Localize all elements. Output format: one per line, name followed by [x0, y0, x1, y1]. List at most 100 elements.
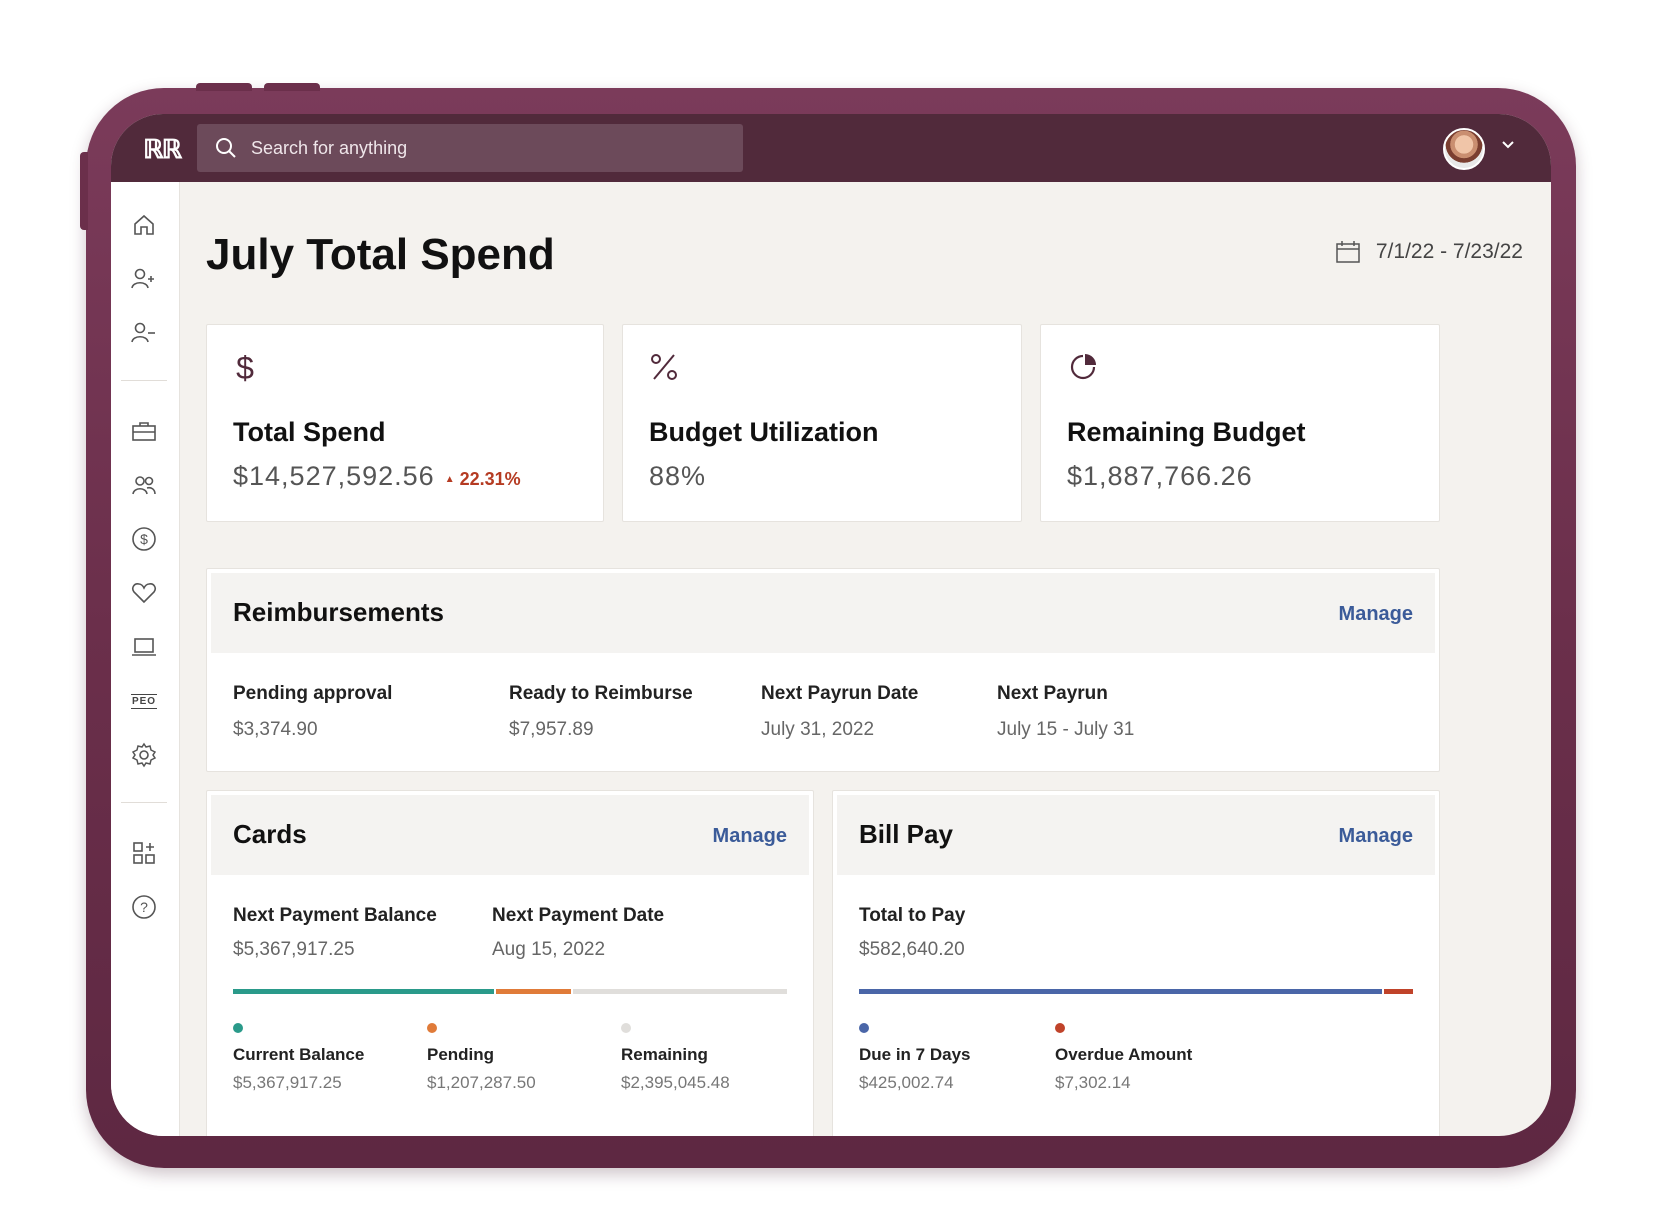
percent-icon [651, 354, 677, 380]
manage-bill-pay-link[interactable]: Manage [1339, 825, 1413, 848]
logo[interactable]: ℝℝ [143, 134, 182, 165]
bar-segment [572, 989, 787, 994]
total-spend-card[interactable]: $ Total Spend $14,527,592.56 ▲ 22.31% [206, 324, 604, 522]
chevron-down-icon[interactable] [1501, 140, 1515, 150]
people-icon[interactable] [131, 472, 157, 498]
panel-header: Cards Manage [211, 795, 809, 875]
laptop-icon[interactable] [131, 634, 157, 660]
svg-text:$: $ [236, 351, 254, 385]
next-payment-date-value: Aug 15, 2022 [492, 939, 606, 960]
search-input[interactable] [249, 136, 693, 160]
ready-to-reimburse-label: Ready to Reimburse [509, 683, 693, 704]
stat-value: $1,887,766.26 [1067, 461, 1253, 491]
legend-label: Due in 7 Days [859, 1045, 971, 1064]
peo-icon[interactable]: PEO [130, 688, 158, 714]
bar-segment [859, 989, 1383, 994]
ready-to-reimburse-value: $7,957.89 [509, 719, 594, 740]
legend-value: $5,367,917.25 [233, 1073, 342, 1092]
date-range-picker[interactable]: 7/1/22 - 7/23/22 [1336, 240, 1523, 264]
legend-label: Current Balance [233, 1045, 365, 1064]
page-title: July Total Spend [206, 230, 555, 279]
home-icon[interactable] [131, 212, 157, 238]
legend-label: Remaining [621, 1045, 708, 1064]
peo-label: PEO [130, 693, 158, 709]
manage-cards-link[interactable]: Manage [713, 825, 787, 848]
panel-title: Bill Pay [859, 819, 953, 849]
panel-title: Reimbursements [233, 597, 444, 627]
heart-icon[interactable] [131, 580, 157, 606]
stat-label: Budget Utilization [649, 417, 879, 447]
add-person-icon[interactable] [131, 266, 157, 292]
bar-segment [495, 989, 571, 994]
next-payrun-date-value: July 31, 2022 [761, 719, 875, 740]
app-screen: ℝℝ Search for anything $ PEO ? July Tota… [111, 114, 1551, 1136]
budget-utilization-card[interactable]: Budget Utilization 88% [622, 324, 1022, 522]
legend-label: Pending [427, 1045, 495, 1064]
settings-icon[interactable] [131, 742, 157, 768]
stat-label: Remaining Budget [1067, 417, 1306, 447]
device-button [196, 83, 252, 91]
remaining-budget-card[interactable]: Remaining Budget $1,887,766.26 [1040, 324, 1440, 522]
cards-progress-bar [233, 989, 787, 994]
main-content: July Total Spend 7/1/22 - 7/23/22 $ Tota… [179, 182, 1551, 1136]
tablet-frame: ℝℝ Search for anything $ PEO ? July Tota… [80, 83, 1576, 1168]
bar-segment [233, 989, 494, 994]
manage-reimbursements-link[interactable]: Manage [1339, 603, 1413, 626]
pie-chart-icon [1070, 354, 1096, 380]
bill-pay-panel: Bill Pay Manage Total to Pay $582,640.20… [832, 790, 1440, 1136]
calendar-icon [1336, 241, 1360, 263]
legend-value: $1,207,287.50 [427, 1073, 536, 1092]
legend-dot-current-balance [233, 1023, 243, 1033]
next-payrun-label: Next Payrun [997, 683, 1108, 704]
sidebar-divider [121, 380, 167, 381]
next-payment-balance-label: Next Payment Balance [233, 905, 437, 926]
search-bar[interactable] [197, 124, 743, 172]
device-button [264, 83, 320, 91]
avatar[interactable] [1443, 128, 1485, 170]
svg-text:?: ? [140, 899, 148, 915]
reimbursements-panel: Reimbursements Manage Pending approval $… [206, 568, 1440, 772]
panel-title: Cards [233, 819, 307, 849]
trend-up-icon: ▲ [444, 474, 455, 485]
pending-approval-value: $3,374.90 [233, 719, 318, 740]
legend-value: $2,395,045.48 [621, 1073, 730, 1092]
next-payrun-value: July 15 - July 31 [997, 719, 1135, 740]
cards-panel: Cards Manage Next Payment Balance $5,367… [206, 790, 814, 1136]
panel-header: Reimbursements Manage [211, 573, 1435, 653]
remove-person-icon[interactable] [131, 320, 157, 346]
pending-approval-label: Pending approval [233, 683, 393, 704]
top-bar: ℝℝ [111, 114, 1551, 182]
date-range-text: 7/1/22 - 7/23/22 [1375, 240, 1523, 263]
help-icon[interactable]: ? [131, 894, 157, 920]
total-to-pay-label: Total to Pay [859, 905, 966, 926]
next-payrun-date-label: Next Payrun Date [761, 683, 919, 704]
search-icon [216, 138, 236, 158]
trend-value: 22.31% [459, 469, 521, 489]
panel-header: Bill Pay Manage [837, 795, 1435, 875]
legend-label: Overdue Amount [1055, 1045, 1193, 1064]
next-payment-balance-value: $5,367,917.25 [233, 939, 355, 960]
legend-dot-remaining [621, 1023, 631, 1033]
svg-text:$: $ [140, 531, 148, 547]
legend-dot-overdue [1055, 1023, 1065, 1033]
bar-segment [1384, 989, 1413, 994]
dollar-icon: $ [236, 351, 254, 385]
stat-value: $14,527,592.56 ▲ 22.31% [233, 461, 521, 492]
trend-badge: ▲ 22.31% [445, 469, 521, 489]
next-payment-date-label: Next Payment Date [492, 905, 665, 926]
total-spend-value: $14,527,592.56 [233, 461, 435, 491]
legend-value: $7,302.14 [1055, 1073, 1131, 1092]
briefcase-icon[interactable] [131, 418, 157, 444]
bill-pay-progress-bar [859, 989, 1413, 994]
stat-label: Total Spend [233, 417, 386, 447]
stat-value: 88% [649, 461, 707, 491]
legend-dot-pending [427, 1023, 437, 1033]
total-to-pay-value: $582,640.20 [859, 939, 965, 960]
sidebar: $ PEO ? [111, 182, 180, 1136]
dollar-circle-icon[interactable]: $ [131, 526, 157, 552]
apps-add-icon[interactable] [131, 840, 157, 866]
legend-dot-due-7-days [859, 1023, 869, 1033]
legend-value: $425,002.74 [859, 1073, 954, 1092]
sidebar-divider [121, 802, 167, 803]
device-button [80, 152, 88, 230]
